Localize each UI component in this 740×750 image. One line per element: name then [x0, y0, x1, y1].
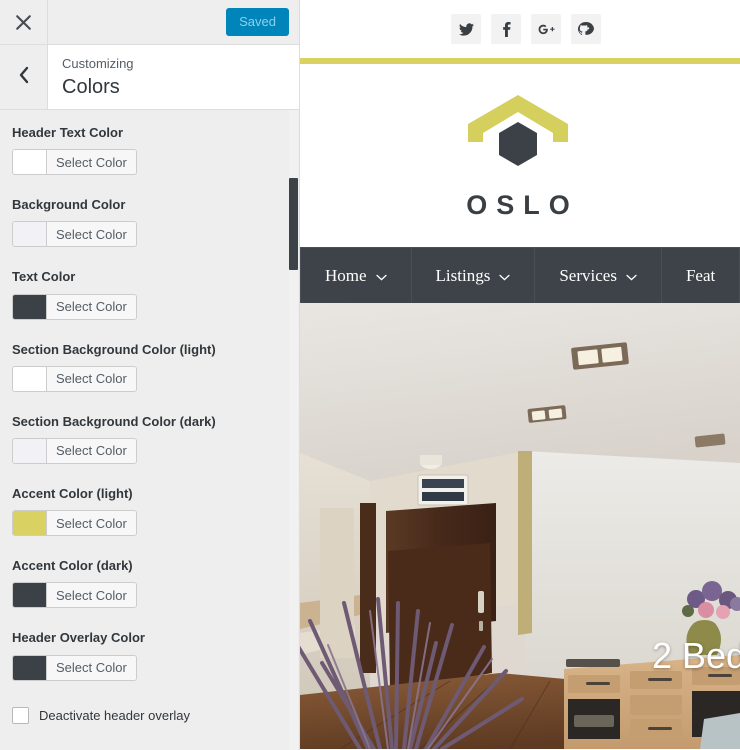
control-label: Text Color [12, 269, 76, 285]
control-accent-dark: Accent Color (dark) Select Color [12, 557, 287, 612]
back-button[interactable] [0, 45, 48, 109]
nav-item-featured[interactable]: Feat [662, 248, 740, 303]
select-color-label: Select Color [47, 511, 136, 536]
color-swatch [13, 294, 47, 319]
chevron-down-icon [499, 266, 510, 286]
nav-item-services[interactable]: Services [535, 248, 662, 303]
nav-item-label: Services [559, 265, 617, 285]
close-customizer-button[interactable] [0, 0, 48, 44]
house-logo-icon [465, 92, 571, 178]
nav-item-home[interactable]: Home [301, 248, 412, 303]
facebook-icon[interactable] [491, 14, 521, 44]
save-button[interactable]: Saved [226, 7, 289, 37]
github-icon[interactable] [571, 14, 601, 44]
nav-item-label: Listings [435, 265, 491, 285]
color-swatch [13, 655, 47, 680]
control-label: Header Overlay Color [12, 630, 145, 646]
site-navigation: Home Listings Services Feat [300, 247, 740, 303]
control-text-color: Text Color Select Color [12, 268, 287, 323]
control-label: Accent Color (light) [12, 485, 133, 501]
close-icon [15, 14, 32, 31]
page-title: Colors [62, 75, 120, 98]
select-color-label: Select Color [47, 294, 136, 319]
color-swatch [13, 150, 47, 175]
select-color-label: Select Color [47, 150, 136, 175]
color-picker-button[interactable]: Select Color [12, 293, 137, 320]
checkbox-label: Deactivate header overlay [39, 707, 191, 723]
select-color-label: Select Color [47, 366, 136, 391]
customizer-panel: Saved Customizing Colors Header Text Col… [0, 0, 300, 750]
color-picker-button[interactable]: Select Color [12, 221, 137, 248]
customizer-section-header: Customizing Colors [0, 45, 299, 110]
deactivate-header-overlay-row: Deactivate header overlay [12, 706, 287, 724]
color-picker-button[interactable]: Select Color [12, 149, 137, 176]
twitter-icon[interactable] [451, 14, 481, 44]
google-plus-icon[interactable] [531, 14, 561, 44]
control-section-bg-light: Section Background Color (light) Select … [12, 341, 287, 396]
control-header-text-color: Header Text Color Select Color [12, 124, 287, 179]
deactivate-header-overlay-checkbox[interactable] [12, 706, 29, 724]
customizer-topbar: Saved [0, 0, 299, 45]
color-picker-button[interactable]: Select Color [12, 510, 137, 537]
nav-item-listings[interactable]: Listings [412, 248, 536, 303]
control-label: Accent Color (dark) [12, 558, 133, 574]
hero-title: 2 Bed [652, 635, 740, 676]
control-background-color: Background Color Select Color [12, 196, 287, 251]
select-color-label: Select Color [47, 655, 136, 680]
section-titles: Customizing Colors [48, 45, 299, 109]
nav-item-label: Feat [685, 265, 716, 285]
control-accent-light: Accent Color (light) Select Color [12, 485, 287, 540]
color-swatch [13, 583, 47, 608]
hero-image: 2 Bed [300, 303, 740, 749]
color-controls-list: Header Text Color Select Color Backgroun… [0, 110, 299, 724]
customizer-app: Saved Customizing Colors Header Text Col… [0, 0, 740, 750]
select-color-label: Select Color [47, 583, 136, 608]
breadcrumb: Customizing [62, 56, 134, 72]
site-logo[interactable]: OSLO [300, 64, 740, 247]
color-swatch [13, 366, 47, 391]
site-preview: OSLO Home Listings Services Feat 2 Bed [300, 0, 740, 750]
control-section-bg-dark: Section Background Color (dark) Select C… [12, 413, 287, 468]
chevron-left-icon [17, 66, 31, 89]
logo-wordmark: OSLO [466, 190, 579, 220]
select-color-label: Select Color [47, 438, 136, 463]
color-picker-button[interactable]: Select Color [12, 582, 137, 609]
social-bar [300, 0, 740, 58]
control-label: Header Text Color [12, 125, 124, 140]
apartment-interior-photo [300, 303, 740, 749]
control-header-overlay-color: Header Overlay Color Select Color [12, 629, 287, 684]
color-swatch [13, 511, 47, 536]
color-swatch [13, 438, 47, 463]
panel-scrollbar-thumb[interactable] [289, 178, 298, 270]
control-label: Background Color [12, 197, 126, 213]
select-color-label: Select Color [47, 222, 136, 247]
chevron-down-icon [626, 266, 637, 286]
color-swatch [13, 222, 47, 247]
chevron-down-icon [375, 266, 387, 286]
control-label: Section Background Color (light) [12, 341, 216, 357]
nav-item-label: Home [325, 265, 367, 285]
color-picker-button[interactable]: Select Color [12, 654, 137, 681]
control-label: Section Background Color (dark) [12, 413, 216, 429]
color-picker-button[interactable]: Select Color [12, 437, 137, 464]
color-picker-button[interactable]: Select Color [12, 365, 137, 392]
